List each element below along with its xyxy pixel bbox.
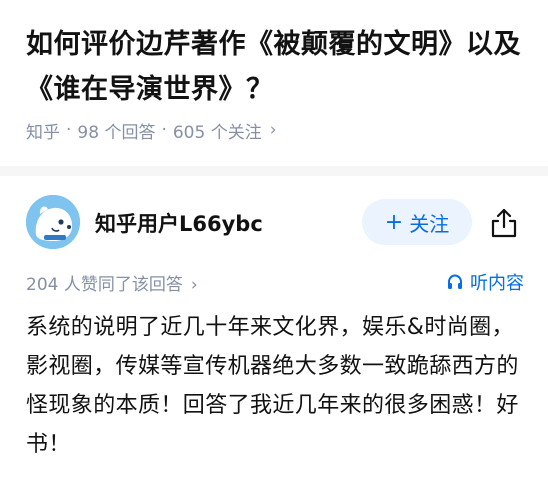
meta-separator: ·: [66, 120, 72, 140]
avatar-icon: [26, 195, 80, 249]
question-title[interactable]: 如何评价边芹著作《被颠覆的文明》以及《谁在导演世界》？: [26, 22, 526, 112]
author-row: 知乎用户L66ybc + 关注: [0, 190, 548, 260]
vote-text: 204 人赞同了该回答: [26, 275, 183, 295]
question-source: 知乎: [26, 122, 60, 143]
plus-icon: +: [384, 209, 404, 235]
listen-button[interactable]: 听内容: [446, 269, 524, 295]
share-icon: [491, 208, 517, 238]
chevron-right-icon: ›: [190, 275, 198, 295]
followers-count: 605 个关注: [172, 122, 262, 143]
chevron-right-icon: ›: [269, 120, 277, 140]
author-name[interactable]: 知乎用户L66ybc: [95, 208, 263, 238]
question-page: 如何评价边芹著作《被颠覆的文明》以及《谁在导演世界》？ 知乎 · 98 个回答 …: [0, 0, 548, 500]
listen-label: 听内容: [470, 273, 524, 294]
vote-count[interactable]: 204 人赞同了该回答 ›: [26, 270, 198, 295]
vote-row: 204 人赞同了该回答 › 听内容: [0, 268, 548, 296]
answer-content[interactable]: 系统的说明了近几十年来文化界，娱乐&时尚圈，影视圈，传媒等宣传机器绝大多数一致跪…: [26, 308, 526, 464]
share-button[interactable]: [486, 205, 522, 241]
follow-label: 关注: [409, 211, 450, 236]
answers-count: 98 个回答: [77, 122, 156, 143]
section-divider: [0, 166, 548, 176]
avatar[interactable]: [26, 195, 80, 249]
headphones-icon: [448, 274, 462, 289]
meta-separator: ·: [161, 120, 167, 140]
follow-button[interactable]: + 关注: [362, 199, 472, 245]
question-meta[interactable]: 知乎 · 98 个回答 · 605 个关注 ›: [26, 116, 277, 144]
